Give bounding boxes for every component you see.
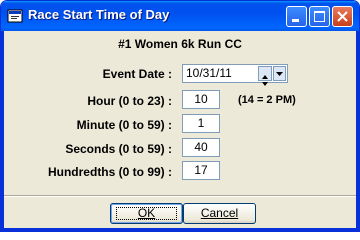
maximize-button[interactable] — [309, 6, 330, 27]
hour-note: (14 = 2 PM) — [238, 94, 296, 106]
window-title: Race Start Time of Day — [28, 7, 170, 22]
chevron-down-icon — [276, 72, 283, 76]
date-spinner[interactable] — [258, 66, 272, 86]
event-date-value[interactable]: 10/31/11 — [186, 66, 232, 81]
spin-up-button[interactable] — [259, 67, 271, 79]
window-border-bottom — [1, 228, 359, 231]
window-border-right — [356, 31, 359, 228]
seconds-label: Seconds (0 to 59) : — [65, 142, 172, 156]
event-heading: #1 Women 6k Run CC — [118, 37, 242, 51]
spin-down-button[interactable] — [259, 74, 271, 86]
ok-button[interactable]: OK — [110, 203, 183, 224]
seconds-input[interactable]: 40 — [182, 138, 220, 157]
hour-input[interactable]: 10 — [182, 90, 220, 109]
minimize-icon — [292, 19, 299, 22]
app-icon — [7, 9, 23, 23]
ok-button-label: OK — [137, 206, 156, 220]
cancel-button[interactable]: Cancel — [183, 203, 256, 224]
minute-input[interactable]: 1 — [182, 114, 220, 133]
title-bar[interactable]: Race Start Time of Day — [1, 1, 359, 31]
hundredths-input[interactable]: 17 — [182, 161, 220, 180]
dialog-window: Race Start Time of Day #1 Women 6k Run C… — [0, 0, 360, 232]
hundredths-label: Hundredths (0 to 99) : — [47, 165, 172, 179]
date-dropdown-button[interactable] — [273, 66, 286, 81]
event-date-label: Event Date : — [102, 67, 172, 81]
spin-down-icon — [262, 82, 268, 86]
close-button[interactable] — [332, 6, 353, 27]
close-icon — [337, 11, 348, 22]
button-divider — [4, 195, 356, 197]
maximize-icon — [314, 11, 325, 22]
minute-label: Minute (0 to 59) : — [76, 118, 172, 132]
minimize-button[interactable] — [286, 6, 307, 27]
hour-label: Hour (0 to 23) : — [87, 94, 172, 108]
event-date-picker[interactable]: 10/31/11 — [182, 64, 288, 86]
cancel-button-label: Cancel — [200, 206, 239, 220]
dialog-body: #1 Women 6k Run CC Event Date : 10/31/11… — [4, 31, 356, 228]
